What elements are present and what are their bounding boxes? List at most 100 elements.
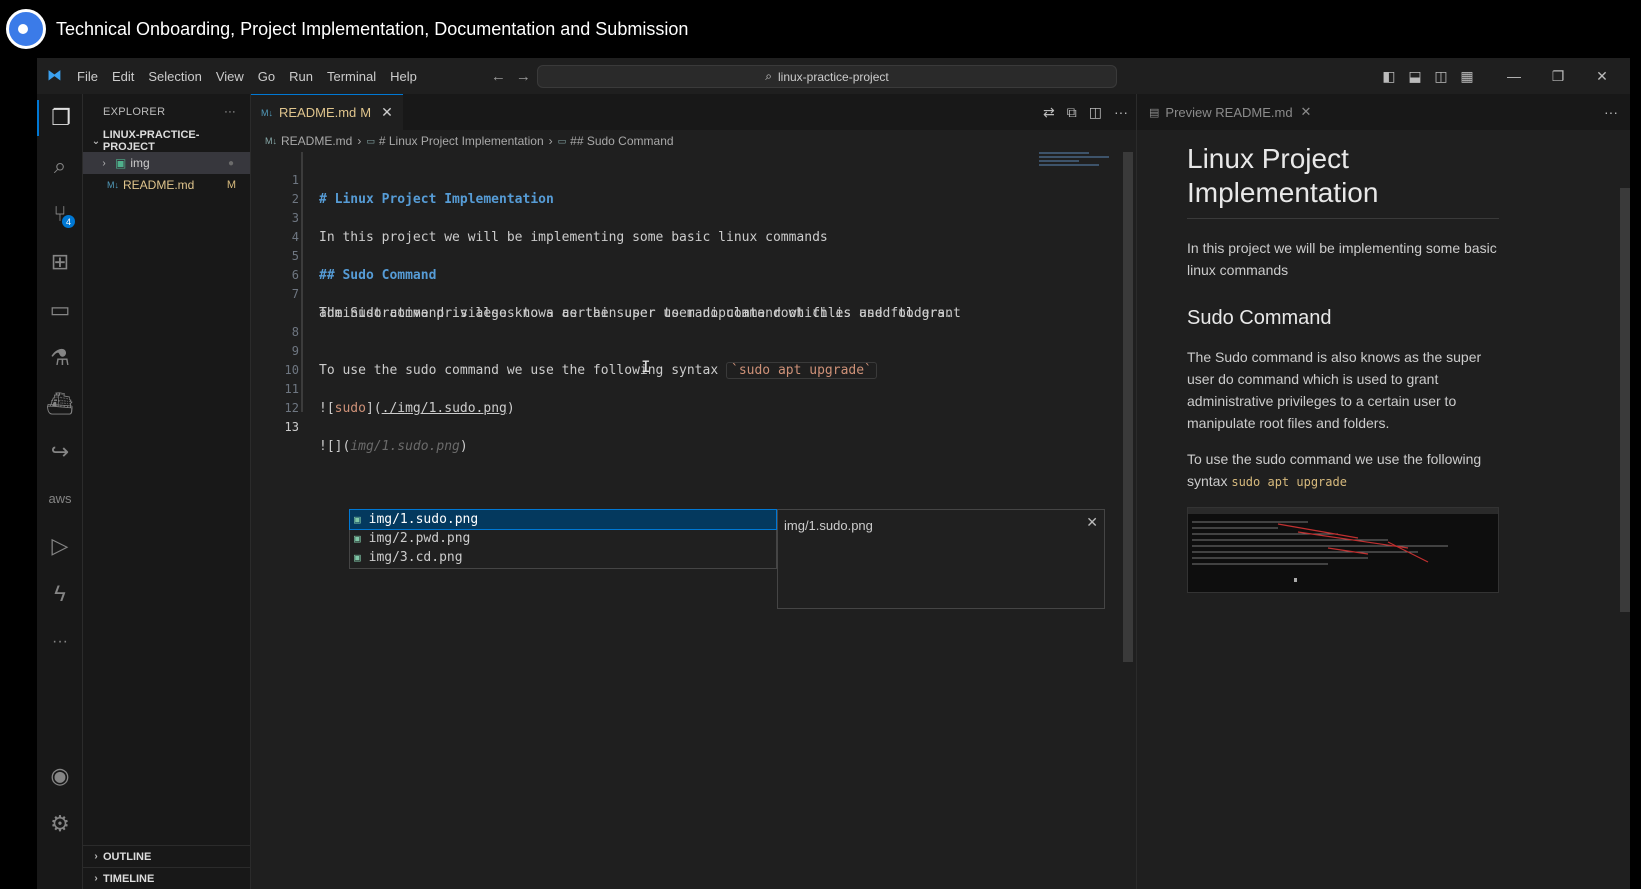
broken-image-alt: img/1.sudo.png — [784, 518, 873, 533]
preview-paragraph: The Sudo command is also knows as the su… — [1187, 349, 1482, 431]
tree-item-img-folder[interactable]: › ▣ img ● — [83, 152, 250, 174]
preview-paragraph: In this project we will be implementing … — [1187, 240, 1497, 278]
suggestion-label: img/3.cd.png — [368, 550, 463, 565]
editor-more-icon[interactable]: ··· — [1114, 104, 1128, 120]
tab-preview-readme[interactable]: ▤ Preview README.md ✕ — [1137, 94, 1323, 130]
suggest-details-panel: img/1.sudo.png ✕ — [777, 509, 1105, 609]
breadcrumb-h1[interactable]: # Linux Project Implementation — [379, 134, 544, 148]
video-title: Technical Onboarding, Project Implementa… — [56, 18, 689, 39]
extensions-icon[interactable]: ⊞ — [37, 244, 83, 280]
tree-item-label: img — [130, 156, 150, 170]
compare-changes-icon[interactable]: ⇄ — [1043, 104, 1055, 121]
search-icon[interactable]: ⌕ — [37, 148, 83, 184]
preview-scrollbar[interactable] — [1620, 188, 1630, 612]
suggest-widget: ▣ img/1.sudo.png ▣ img/2.pwd.png ▣ img/3… — [349, 509, 777, 569]
code-line: 12 — [251, 380, 1121, 415]
menu-file[interactable]: File — [77, 69, 98, 84]
markdown-file-icon: M↓ — [261, 107, 273, 118]
more-icon[interactable]: ··· — [37, 624, 83, 660]
account-icon[interactable]: ◉ — [37, 758, 83, 794]
project-section[interactable]: ⌄ LINUX-PRACTICE-PROJECT — [83, 129, 250, 153]
code-line-wrapped: administrative privileges to a certain u… — [251, 285, 1121, 321]
code-line-current: 13 ![](img/1.sudo.png) — [251, 399, 1121, 454]
preview-content: Linux Project Implementation In this pro… — [1187, 142, 1499, 593]
channel-logo[interactable] — [6, 9, 46, 49]
code-line: 8 — [251, 304, 1121, 339]
menu-view[interactable]: View — [216, 69, 244, 84]
preview-inline-code: sudo apt upgrade — [1231, 475, 1347, 489]
code-line: 3 In this project we will be implementin… — [251, 190, 1121, 245]
tree-item-readme[interactable]: M↓ README.md M — [83, 174, 250, 196]
line-text: ) — [459, 439, 468, 454]
close-tab-icon[interactable]: ✕ — [1301, 104, 1312, 120]
live-share-icon[interactable]: ↪ — [37, 434, 83, 470]
preview-paragraph: To use the sudo command we use the follo… — [1187, 448, 1499, 493]
close-details-icon[interactable]: ✕ — [1086, 514, 1098, 531]
explorer-sidebar: EXPLORER ··· ⌄ LINUX-PRACTICE-PROJECT › … — [83, 94, 251, 889]
source-control-icon[interactable]: ⑂ 4 — [37, 196, 83, 232]
chevron-down-icon: ⌄ — [91, 135, 101, 147]
minimap[interactable] — [1039, 152, 1111, 174]
code-line: 7 The Sudo command is also knows as the … — [251, 266, 1121, 321]
code-line: 5 ## Sudo Command — [251, 228, 1121, 283]
inline-suggestion-ghost: img/1.sudo.png — [350, 439, 460, 454]
source-control-badge: 4 — [62, 215, 75, 228]
menu-help[interactable]: Help — [390, 69, 417, 84]
breadcrumb-file[interactable]: README.md — [281, 134, 352, 148]
files-icon[interactable]: ❐ — [37, 100, 83, 136]
toggle-panel-icon[interactable]: ⬓ — [1402, 68, 1428, 85]
image-file-icon: ▣ — [354, 551, 361, 564]
git-status-dot: ● — [227, 157, 234, 169]
editor-scrollbar[interactable] — [1123, 152, 1133, 662]
suggestion-label: img/2.pwd.png — [368, 531, 471, 546]
breadcrumb: M↓ README.md › ▭ # Linux Project Impleme… — [251, 130, 1136, 152]
command-center-search[interactable]: ⌕ linux-practice-project — [537, 65, 1117, 88]
split-editor-icon[interactable]: ◫ — [1089, 104, 1102, 121]
docker-icon[interactable]: ⛴ — [37, 386, 83, 422]
mouse-ibeam-cursor: I — [641, 357, 651, 376]
remote-explorer-icon[interactable]: ▭ — [37, 292, 83, 328]
timeline-section[interactable]: › TIMELINE — [83, 867, 250, 889]
minimize-icon[interactable]: — — [1492, 68, 1536, 84]
preview-icon: ▤ — [1149, 106, 1160, 119]
aws-icon[interactable]: aws — [37, 480, 83, 516]
restore-icon[interactable]: ❐ — [1536, 68, 1580, 85]
settings-gear-icon[interactable]: ⚙ — [37, 806, 83, 842]
menu-run[interactable]: Run — [289, 69, 313, 84]
suggestion-item[interactable]: ▣ img/2.pwd.png — [350, 529, 776, 548]
run-debug-icon[interactable]: ▷ — [37, 528, 83, 564]
explorer-header: EXPLORER ··· — [83, 94, 250, 130]
close-tab-icon[interactable]: ✕ — [381, 104, 393, 121]
menu-terminal[interactable]: Terminal — [327, 69, 376, 84]
line-text: ![]( — [319, 439, 351, 454]
code-line: 11 ![sudo](./img/1.sudo.png) — [251, 361, 1121, 416]
toggle-primary-sidebar-icon[interactable]: ◧ — [1376, 68, 1402, 85]
suggestion-item[interactable]: ▣ img/1.sudo.png — [349, 509, 777, 530]
customize-layout-icon[interactable]: ▦ — [1454, 68, 1480, 85]
forward-arrow-icon[interactable]: → — [516, 68, 531, 85]
image-file-icon: ▣ — [354, 532, 361, 545]
menu-edit[interactable]: Edit — [112, 69, 134, 84]
breadcrumb-h2[interactable]: ## Sudo Command — [570, 134, 673, 148]
preview-heading-2: Sudo Command — [1187, 307, 1332, 329]
toggle-secondary-sidebar-icon[interactable]: ◫ — [1428, 68, 1454, 85]
outline-section[interactable]: › OUTLINE — [83, 845, 250, 867]
testing-icon[interactable]: ⚗ — [37, 340, 83, 376]
markdown-file-icon: M↓ — [265, 136, 277, 146]
open-preview-to-side-icon[interactable]: ⧉ — [1067, 104, 1077, 121]
menu-go[interactable]: Go — [258, 69, 275, 84]
suggestion-item[interactable]: ▣ img/3.cd.png — [350, 548, 776, 567]
thunder-client-icon[interactable]: ϟ — [37, 576, 83, 612]
tab-readme[interactable]: M↓ README.md M ✕ — [251, 94, 403, 130]
git-modified-badge: M — [226, 179, 236, 191]
chevron-right-icon: › — [94, 851, 98, 862]
timeline-label: TIMELINE — [103, 872, 155, 885]
back-arrow-icon[interactable]: ← — [491, 68, 506, 85]
menu-selection[interactable]: Selection — [148, 69, 201, 84]
close-window-icon[interactable]: ✕ — [1580, 68, 1624, 85]
explorer-more-icon[interactable]: ··· — [224, 106, 236, 118]
heading-symbol-icon: ▭ — [366, 135, 375, 146]
vscode-window: ⧓ File Edit Selection View Go Run Termin… — [37, 58, 1630, 889]
preview-more-icon[interactable]: ··· — [1604, 104, 1618, 120]
code-line: 2 — [251, 171, 1121, 206]
